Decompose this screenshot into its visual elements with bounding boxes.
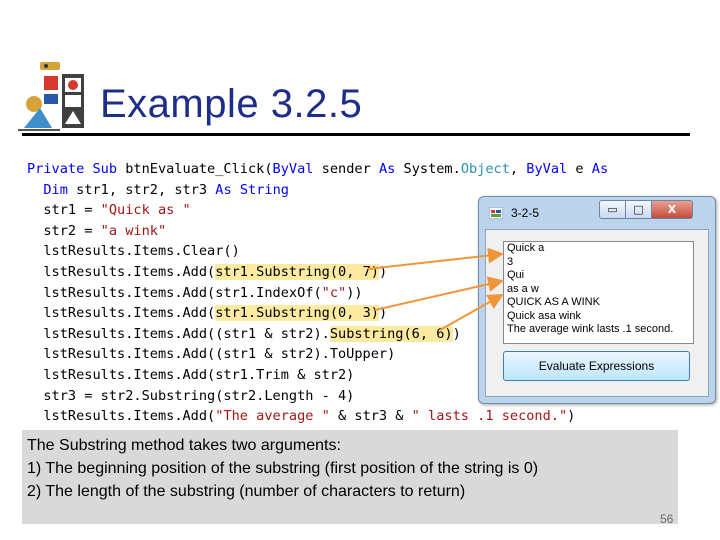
explanation-box: The Substring method takes two arguments…: [22, 430, 678, 524]
note-line: The Substring method takes two arguments…: [27, 437, 341, 454]
close-button[interactable]: X: [651, 200, 693, 219]
code-token: ): [378, 263, 388, 280]
code-token: e: [567, 161, 592, 177]
code-line: End Sub: [27, 427, 607, 430]
code-token: "Quick as ": [100, 202, 191, 219]
code-line: lstResults.Items.Add("The average " & st…: [27, 406, 607, 427]
list-item[interactable]: Quick a: [504, 242, 693, 256]
code-token: ): [567, 408, 576, 425]
code-token: As: [378, 161, 396, 177]
code-token: Object: [460, 161, 510, 177]
code-token: lstResults.Items.Add(: [27, 408, 216, 425]
slide-title: Example 3.2.5: [100, 82, 363, 126]
code-line: Private Sub btnEvaluate_Click(ByVal send…: [27, 159, 607, 180]
minimize-button[interactable]: ▭: [599, 200, 626, 219]
window-title: 3-2-5: [511, 206, 540, 220]
code-token: lstResults.Items.Add((str1 & str2).: [27, 325, 330, 342]
code-token: str3 = str2.Substring(str2.Length - 4): [27, 387, 355, 404]
program-window: 3-2-5 ▭ □ X Quick a 3 Qui as a w QUICK AS A …: [478, 196, 716, 404]
note-line: 1) The beginning position of the substri…: [27, 460, 539, 477]
list-item[interactable]: Quick asa wink: [504, 310, 693, 324]
code-token: " lasts .1 second.": [411, 408, 568, 425]
highlighted-code: str1.Substring(0, 3): [215, 305, 379, 322]
code-token: "The average ": [215, 408, 330, 425]
code-token: lstResults.Items.Add(: [27, 305, 216, 322]
slide-logo: [18, 62, 84, 131]
list-item[interactable]: QUICK AS A WINK: [504, 296, 693, 310]
code-token: btnEvaluate_Click(: [125, 161, 273, 177]
code-token: ,: [509, 161, 527, 177]
code-token: "a wink": [100, 222, 167, 239]
code-token: ): [378, 305, 388, 322]
highlighted-code: Substring(6, 6): [329, 325, 453, 342]
window-client-area: Quick a 3 Qui as a w QUICK AS A WINK Quick as…: [485, 229, 709, 397]
page-number: 56: [660, 512, 674, 526]
results-listbox[interactable]: Quick a 3 Qui as a w QUICK AS A WINK Quick as…: [503, 241, 694, 344]
title-divider: [22, 133, 690, 136]
code-token: & str3 &: [329, 408, 412, 425]
maximize-button[interactable]: □: [625, 200, 652, 219]
code-token: lstResults.Items.Add((str1 & str2).ToUpp…: [27, 346, 396, 363]
code-token: Dim: [43, 181, 68, 198]
code-token: str1 =: [27, 202, 101, 219]
code-token: sender: [313, 161, 379, 177]
code-token: As: [591, 161, 607, 177]
highlighted-code: str1.Substring(0, 7): [215, 263, 379, 280]
note-line: 2) The length of the substring (number o…: [27, 483, 466, 500]
list-item[interactable]: as a w: [504, 283, 693, 297]
code-token: str2 =: [27, 222, 101, 239]
code-token: lstResults.Items.Add(str1.Trim & str2): [27, 366, 355, 383]
code-token: As: [215, 181, 232, 198]
code-token: lstResults.Items.Add(str1.IndexOf(: [27, 284, 322, 301]
list-item[interactable]: Qui: [504, 269, 693, 283]
code-token: lstResults.Items.Clear(): [27, 243, 240, 260]
code-token: System.: [395, 161, 461, 177]
code-token: str1, str2, str3: [67, 181, 216, 198]
list-item[interactable]: The average wink lasts .1 second.: [504, 323, 693, 337]
code-token: lstResults.Items.Add(: [27, 263, 216, 280]
list-item[interactable]: 3: [504, 256, 693, 270]
window-app-icon: [489, 207, 503, 219]
code-token: ): [452, 325, 461, 342]
code-token: "c": [321, 284, 347, 301]
code-token: )): [346, 284, 363, 301]
code-token: String: [239, 181, 289, 198]
code-token: ByVal: [526, 161, 568, 177]
code-token: ByVal: [272, 161, 314, 177]
evaluate-expressions-button[interactable]: Evaluate Expressions: [503, 351, 690, 381]
code-token: Private Sub: [27, 161, 126, 177]
